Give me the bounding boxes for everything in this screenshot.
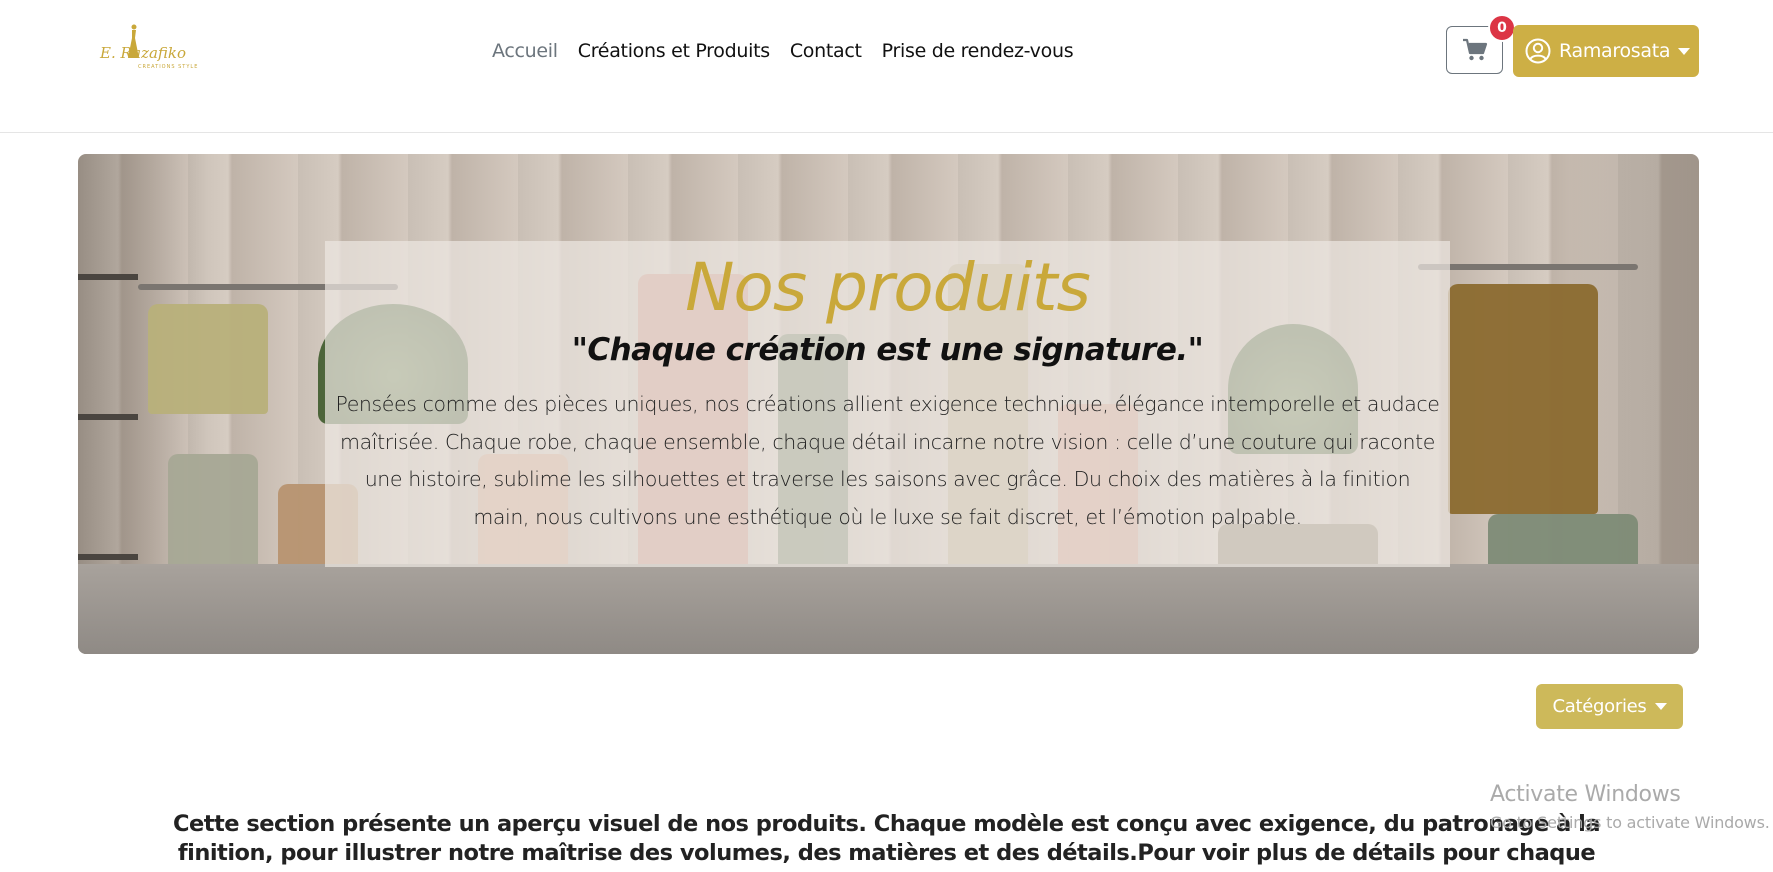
hero-banner: Nos produits "Chaque création est une si… bbox=[78, 154, 1699, 654]
windows-activation-watermark: Activate Windows Go to Settings to activ… bbox=[1490, 782, 1770, 832]
nav-link-rendez-vous[interactable]: Prise de rendez-vous bbox=[882, 40, 1074, 62]
user-name-label: Ramarosata bbox=[1559, 40, 1671, 62]
watermark-title: Activate Windows bbox=[1490, 782, 1681, 807]
hero-quote: "Chaque création est une signature." bbox=[571, 332, 1204, 368]
chevron-down-icon bbox=[1678, 47, 1691, 55]
logo-subtitle: CREATIONS STYLE bbox=[138, 64, 199, 70]
clothing-rack bbox=[1418, 264, 1638, 270]
categories-dropdown-button[interactable]: Catégories bbox=[1536, 684, 1683, 729]
brand-logo[interactable]: E. Razafiko CREATIONS STYLE bbox=[100, 24, 205, 72]
products-intro-text: Cette section présente un aperçu visuel … bbox=[172, 811, 1601, 872]
cart-icon bbox=[1462, 38, 1487, 61]
garment bbox=[1448, 284, 1598, 514]
hero-title: Nos produits bbox=[685, 249, 1091, 326]
user-menu-button[interactable]: Ramarosata bbox=[1513, 25, 1699, 77]
garment bbox=[148, 304, 268, 414]
chevron-down-icon bbox=[1654, 703, 1667, 710]
categories-label: Catégories bbox=[1552, 696, 1647, 717]
wall-shelf bbox=[78, 554, 138, 560]
logo-text: E. Razafiko bbox=[100, 44, 187, 62]
nav-link-contact[interactable]: Contact bbox=[790, 40, 862, 62]
watermark-subtitle: Go to Settings to activate Windows. bbox=[1490, 813, 1770, 832]
main-nav: Accueil Créations et Produits Contact Pr… bbox=[492, 40, 1093, 62]
navbar: E. Razafiko CREATIONS STYLE Accueil Créa… bbox=[0, 0, 1773, 133]
nav-link-accueil[interactable]: Accueil bbox=[492, 40, 558, 62]
cart-count-badge: 0 bbox=[1488, 14, 1516, 42]
user-circle-icon bbox=[1525, 38, 1551, 64]
wall-shelf bbox=[78, 414, 138, 420]
hero-text-panel: Nos produits "Chaque création est une si… bbox=[325, 241, 1450, 567]
hero-description: Pensées comme des pièces uniques, nos cr… bbox=[335, 392, 1440, 529]
floor bbox=[78, 564, 1699, 654]
wall-shelf bbox=[78, 274, 138, 280]
nav-link-creations[interactable]: Créations et Produits bbox=[578, 40, 770, 62]
